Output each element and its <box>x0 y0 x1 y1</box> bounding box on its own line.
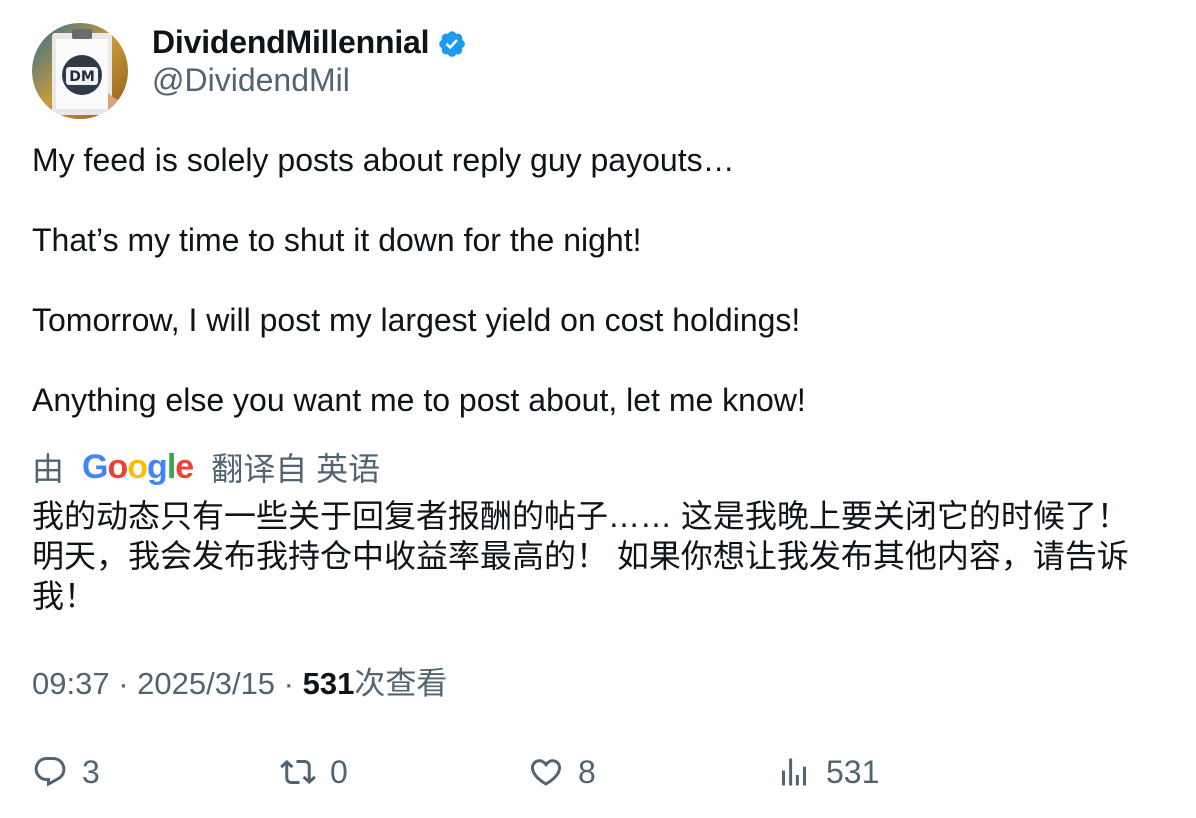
tweet-meta: 09:37 · 2025/3/15 · 531次查看 <box>32 662 447 706</box>
user-handle[interactable]: @DividendMil <box>152 62 467 99</box>
translated-text: 我的动态只有一些关于回复者报酬的帖子…… 这是我晚上要关闭它的时候了！ 明天，我… <box>32 498 1129 614</box>
google-logo: Google <box>82 447 194 487</box>
avatar-image: DM <box>32 23 128 119</box>
repost-count: 0 <box>330 753 348 790</box>
reply-button[interactable]: 3 <box>32 748 100 796</box>
like-button[interactable]: 8 <box>528 748 596 796</box>
display-name[interactable]: DividendMillennial <box>152 24 430 61</box>
tweet-time[interactable]: 09:37 <box>32 666 110 701</box>
avatar-monogram: DM <box>69 69 95 85</box>
translation-prefix: 由 <box>32 451 65 487</box>
user-names: DividendMillennial @DividendMil <box>152 23 467 121</box>
tweet-text: My feed is solely posts about reply guy … <box>32 140 1162 420</box>
repost-button[interactable]: 0 <box>280 748 348 796</box>
analytics-icon <box>782 758 806 786</box>
translation-source-language: 翻译自 英语 <box>211 451 381 487</box>
google-letter: e <box>175 447 194 486</box>
name-row: DividendMillennial <box>152 23 467 61</box>
repost-icon <box>280 759 316 785</box>
reply-icon <box>34 757 66 787</box>
views-label: 次查看 <box>354 666 448 701</box>
google-letter: o <box>107 447 128 486</box>
meta-separator: · <box>275 666 303 701</box>
views-count: 531 <box>302 666 355 701</box>
like-count: 8 <box>578 753 596 790</box>
tweet-paragraph: My feed is solely posts about reply guy … <box>32 142 735 178</box>
google-letter: l <box>166 447 177 486</box>
heart-icon <box>530 759 562 786</box>
tweet-date[interactable]: 2025/3/15 <box>137 666 275 701</box>
google-letter: g <box>147 447 168 486</box>
avatar[interactable]: DM <box>32 23 128 119</box>
tweet-paragraph: That’s my time to shut it down for the n… <box>32 222 642 258</box>
tweet-paragraph: Anything else you want me to post about,… <box>32 382 806 418</box>
google-letter: G <box>82 447 108 486</box>
verified-badge-icon[interactable] <box>437 29 467 59</box>
tweet-header: DM DividendMillennial @DividendMil <box>32 23 467 121</box>
google-letter: o <box>127 447 148 486</box>
translation-attribution: 由 Google 翻译自 英语 <box>32 446 380 488</box>
views-action-count: 531 <box>826 753 880 790</box>
action-bar: 3 0 8 531 <box>32 748 1162 796</box>
views-button[interactable]: 531 <box>776 748 879 796</box>
reply-count: 3 <box>82 753 100 790</box>
tweet-paragraph: Tomorrow, I will post my largest yield o… <box>32 302 801 338</box>
meta-separator: · <box>109 666 138 701</box>
